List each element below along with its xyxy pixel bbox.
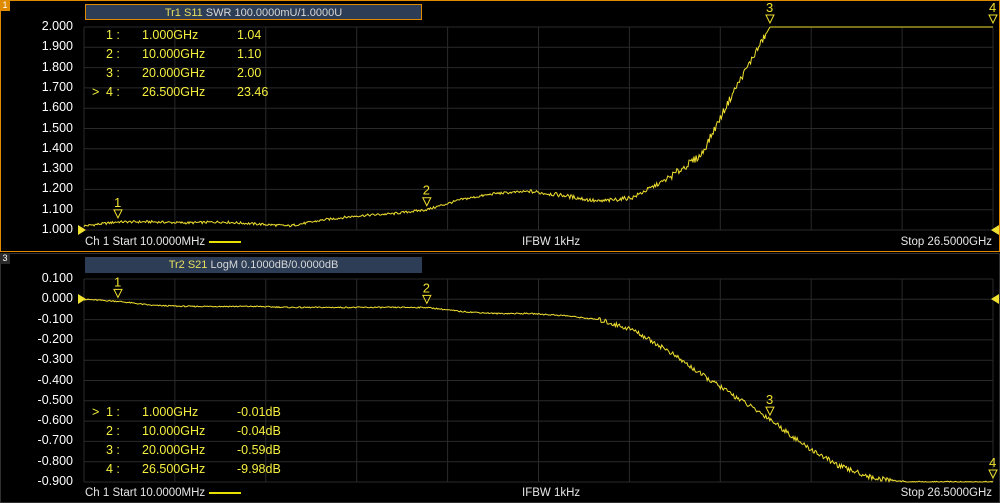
- channel-line-legend: [209, 240, 242, 243]
- marker-readout-row: 3 : 20.000GHz 2.00: [92, 66, 322, 82]
- marker-readout-row: 2 : 10.000GHz -0.04dB: [92, 424, 322, 440]
- stop-frequency-label: Stop 26.5000GHz: [900, 487, 992, 499]
- marker-value: -0.04dB: [237, 424, 281, 438]
- marker-value: 1.04: [237, 28, 262, 42]
- marker-id: 1 :: [106, 28, 120, 42]
- marker-readout-row: 4 : 26.500GHz -9.98dB: [92, 462, 322, 478]
- channel-line-legend: [209, 491, 242, 494]
- reference-right-arrow: [991, 294, 999, 304]
- start-frequency-label: Ch 1 Start 10.0000MHz: [85, 487, 206, 499]
- marker-label: 3: [766, 392, 773, 407]
- marker-value: -0.01dB: [237, 405, 281, 419]
- marker-id: 3 :: [106, 443, 120, 457]
- marker-frequency: 20.000GHz: [142, 66, 206, 80]
- marker-frequency: 1.000GHz: [142, 28, 199, 42]
- marker-id: 1 :: [106, 405, 120, 419]
- trace-pane-s21[interactable]: 3 Tr2 S21 LogM 0.1000dB/0.0000dB 0.100 0.…: [0, 253, 1000, 503]
- marker-frequency: 10.000GHz: [142, 47, 206, 61]
- marker-value: -0.59dB: [237, 443, 281, 457]
- start-frequency-label: Ch 1 Start 10.0000MHz: [85, 236, 206, 248]
- marker-triangle: [113, 288, 123, 299]
- marker-value: 23.46: [237, 85, 269, 99]
- marker-id: 2 :: [106, 424, 120, 438]
- footer-start: Ch 1 Start 10.0000MHz: [85, 487, 242, 499]
- marker-frequency: 26.500GHz: [142, 85, 206, 99]
- marker-label: 2: [423, 183, 430, 198]
- marker-value: -9.98dB: [237, 462, 281, 476]
- footer-start: Ch 1 Start 10.0000MHz: [85, 236, 242, 248]
- marker-frequency: 26.500GHz: [142, 462, 206, 476]
- marker-value: 1.10: [237, 47, 262, 61]
- marker-value: 2.00: [237, 66, 262, 80]
- marker-label: 1: [114, 195, 121, 210]
- prefix: >: [92, 85, 100, 99]
- prefix: >: [92, 405, 100, 419]
- marker-frequency: 10.000GHz: [142, 424, 206, 438]
- reference-left-arrow: [78, 225, 86, 235]
- marker-readout-row: 1 : 1.000GHz 1.04: [92, 28, 322, 44]
- marker-readout-row: 3 : 20.000GHz -0.59dB: [92, 443, 322, 459]
- marker-label: 1: [114, 274, 121, 289]
- marker-label: 4: [989, 455, 996, 470]
- marker-triangle: [765, 406, 775, 417]
- marker-id: 2 :: [106, 47, 120, 61]
- marker-readout-row: >4 : 26.500GHz 23.46: [92, 85, 322, 101]
- marker-label: 4: [989, 0, 996, 15]
- marker-readout-row: 2 : 10.000GHz 1.10: [92, 47, 322, 63]
- marker-triangle: [988, 14, 998, 25]
- marker-triangle: [765, 14, 775, 25]
- marker-readout-row: >1 : 1.000GHz -0.01dB: [92, 405, 322, 421]
- reference-right-arrow: [991, 225, 999, 235]
- reference-left-arrow: [78, 294, 86, 304]
- marker-label: 2: [423, 280, 430, 295]
- marker-id: 4 :: [106, 85, 120, 99]
- marker-id: 3 :: [106, 66, 120, 80]
- marker-triangle: [113, 209, 123, 219]
- marker-frequency: 20.000GHz: [142, 443, 206, 457]
- marker-triangle: [421, 197, 432, 207]
- marker-label: 3: [766, 0, 773, 15]
- marker-id: 4 :: [106, 462, 120, 476]
- stop-frequency-label: Stop 26.5000GHz: [900, 236, 992, 248]
- ifbw-label: IFBW 1kHz: [522, 236, 581, 248]
- trace-pane-s11[interactable]: 1 Tr1 S11 SWR 100.0000mU/1.0000U 2.000 1.…: [0, 0, 1000, 252]
- marker-frequency: 1.000GHz: [142, 405, 199, 419]
- ifbw-label: IFBW 1kHz: [522, 487, 581, 499]
